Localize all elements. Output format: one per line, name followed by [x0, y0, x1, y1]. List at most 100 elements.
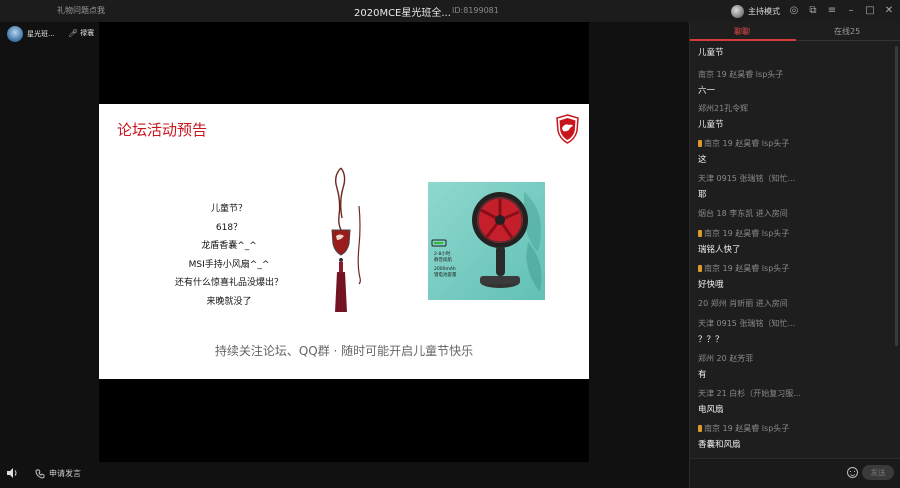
presenter-name: 星光班...	[27, 30, 55, 38]
phone-icon	[35, 469, 45, 478]
message-sender: 南京 19 赵昊睿 lsp头子	[698, 263, 893, 274]
tab-chat[interactable]: 聊聊	[734, 26, 750, 37]
sender-name: 南京 19 赵昊睿 lsp头子	[704, 229, 790, 238]
chat-message: 南京 19 赵昊睿 lsp头子 香囊和风扇	[698, 423, 893, 450]
request-speak-label: 申请发言	[49, 469, 81, 478]
slide-line: 儿童节？	[210, 204, 247, 214]
window-controls: 主持模式 ◎ ⧉ ≡ – □ ✕	[731, 3, 894, 19]
mic-label: 禄寰	[80, 29, 95, 37]
close-icon[interactable]: ✕	[884, 6, 894, 16]
slide-line: 618？	[215, 222, 243, 233]
chat-message: 郑州 20 赵芳菲 有	[698, 353, 893, 380]
slide-question-list: 儿童节？ 618？ 龙盾香囊^_^ MSI手持小风扇^_^ 还有什么惊喜礼品没爆…	[159, 200, 299, 311]
system-message: 20 郑州 肖昕丽 进入房间	[698, 298, 893, 309]
message-text: 这	[698, 155, 707, 165]
slide-line: 来晚就没了	[206, 296, 252, 307]
chat-scrollbar[interactable]	[895, 46, 898, 346]
menu-icon[interactable]: ≡	[827, 6, 837, 16]
active-tab-indicator	[690, 39, 796, 41]
vip-badge-icon	[698, 230, 702, 237]
chat-message: 南京 19 赵昊睿 lsp头子 六一	[698, 69, 893, 96]
sender-name: 南京 19 赵昊睿 lsp头子	[704, 424, 790, 433]
slide-line: 还有什么惊喜礼品没爆出？	[174, 278, 283, 288]
vip-badge-icon	[698, 425, 702, 432]
host-mode-label[interactable]: 主持模式	[748, 6, 780, 17]
message-sender: 南京 19 赵昊睿 lsp头子	[698, 69, 893, 80]
vip-badge-icon	[698, 265, 702, 272]
fan-spec-line: 锂电池容量	[434, 273, 457, 278]
volume-icon[interactable]	[6, 467, 18, 479]
chat-message: 南京 19 赵昊睿 lsp头子 好快哦	[698, 263, 893, 290]
vip-badge-icon	[698, 140, 702, 147]
chat-message: 天津 0915 张瑞铭（知忙... ？？？	[698, 318, 893, 345]
chat-message: 天津 0915 张瑞铭（知忙... 耶	[698, 173, 893, 200]
sender-name: 天津 21 白杉（开始复习服...	[698, 389, 801, 398]
join-notice: 烟台 18 李东凯 进入房间	[698, 208, 893, 219]
handheld-fan-illustration	[431, 192, 542, 292]
message-text: 好快哦	[698, 280, 724, 290]
microphone-icon: 🎤︎	[68, 28, 79, 38]
left-participant-column: 星光班... 🎤︎ 禄寰	[0, 22, 99, 462]
msi-shield-logo	[556, 114, 579, 144]
title-bar: 礼物问题点我 2020MCE星光班全... ID:8199081 主持模式 ◎ …	[0, 0, 900, 22]
fan-spec-line: 静音续航	[434, 258, 452, 263]
emoji-icon[interactable]	[847, 467, 858, 478]
message-sender: 郑州 20 赵芳菲	[698, 353, 893, 364]
join-text: 20 郑州 肖昕丽 进入房间	[698, 299, 788, 308]
room-id: ID:8199081	[452, 6, 499, 15]
presenter-avatar	[7, 26, 23, 42]
chat-message-list[interactable]: 儿童节 南京 19 赵昊睿 lsp头子 六一 郑州21孔令辉 儿童节 南京 19…	[690, 42, 895, 458]
message-text: 耶	[698, 190, 707, 200]
message-sender: 郑州21孔令辉	[698, 103, 893, 114]
system-message: 烟台 18 李东凯 进入房间	[698, 208, 893, 219]
slide-line: 龙盾香囊^_^	[201, 241, 257, 251]
message-sender: 天津 21 白杉（开始复习服...	[698, 388, 893, 399]
chat-input[interactable]	[696, 463, 848, 483]
mic-chip[interactable]: 🎤︎ 禄寰	[68, 28, 94, 38]
message-text: 六一	[698, 86, 716, 96]
minimize-icon[interactable]: –	[846, 6, 856, 16]
video-area: 论坛活动预告 儿童节？ 618？ 龙盾香囊^_^ MSI手持小风扇^_^ 还有什…	[99, 22, 589, 462]
slide-line: MSI手持小风扇^_^	[188, 259, 270, 270]
message-text: 有	[698, 370, 707, 380]
message-text: 儿童节	[698, 120, 724, 130]
message-text: 儿童节	[698, 48, 724, 58]
gift-help-link[interactable]: 礼物问题点我	[57, 5, 105, 16]
bottom-control-bar: 申请发言	[0, 462, 689, 488]
sender-name: 郑州 20 赵芳菲	[698, 354, 754, 363]
presentation-slide: 论坛活动预告 儿童节？ 618？ 龙盾香囊^_^ MSI手持小风扇^_^ 还有什…	[99, 104, 589, 379]
popout-icon[interactable]: ⧉	[808, 6, 818, 16]
join-notice: 20 郑州 肖昕丽 进入房间	[698, 298, 893, 309]
record-icon[interactable]: ◎	[789, 6, 799, 16]
slide-footer: 持续关注论坛、QQ群 · 随时可能开启儿童节快乐	[214, 344, 474, 358]
message-sender: 南京 19 赵昊睿 lsp头子	[698, 423, 893, 434]
presenter-chip[interactable]: 星光班...	[7, 26, 55, 42]
sender-name: 南京 19 赵昊睿 lsp头子	[704, 264, 790, 273]
maximize-icon[interactable]: □	[865, 6, 875, 16]
message-text: 瑞铭人快了	[698, 245, 741, 255]
message-sender: 天津 0915 张瑞铭（知忙...	[698, 318, 893, 329]
chat-message: 天津 21 白杉（开始复习服... 电风扇	[698, 388, 893, 415]
message-sender: 南京 19 赵昊睿 lsp头子	[698, 138, 893, 149]
app-window: 礼物问题点我 2020MCE星光班全... ID:8199081 主持模式 ◎ …	[0, 0, 900, 488]
chat-message: 南京 19 赵昊睿 lsp头子 瑞铭人快了	[698, 228, 893, 255]
slide-title: 论坛活动预告	[117, 121, 208, 139]
chat-input-bar: 发送	[690, 458, 900, 488]
message-sender: 天津 0915 张瑞铭（知忙...	[698, 173, 893, 184]
join-text: 烟台 18 李东凯 进入房间	[698, 209, 788, 218]
chat-message: 南京 19 赵昊睿 lsp头子 这	[698, 138, 893, 165]
message-text: 香囊和风扇	[698, 440, 741, 450]
request-speak-button[interactable]: 申请发言	[35, 468, 81, 479]
room-title: 2020MCE星光班全...	[354, 8, 451, 19]
send-button[interactable]: 发送	[862, 465, 894, 480]
host-avatar[interactable]	[731, 4, 744, 18]
tab-online[interactable]: 在线25	[834, 26, 860, 37]
fan-spec-text: 2-8小时 静音续航 2000mAh 锂电池容量	[434, 252, 457, 279]
chat-message: 郑州21孔令辉 儿童节	[698, 103, 893, 130]
sender-name: 天津 0915 张瑞铭（知忙...	[698, 319, 796, 328]
chat-panel: 聊聊 在线25 儿童节 南京 19 赵昊睿 lsp头子 六一 郑州21孔令辉 儿…	[689, 22, 900, 488]
chat-tabs: 聊聊 在线25	[690, 22, 900, 41]
fan-product-image: 2-8小时 静音续航 2000mAh 锂电池容量	[428, 182, 545, 300]
sender-name: 南京 19 赵昊睿 lsp头子	[704, 139, 790, 148]
sender-name: 郑州21孔令辉	[698, 104, 749, 113]
